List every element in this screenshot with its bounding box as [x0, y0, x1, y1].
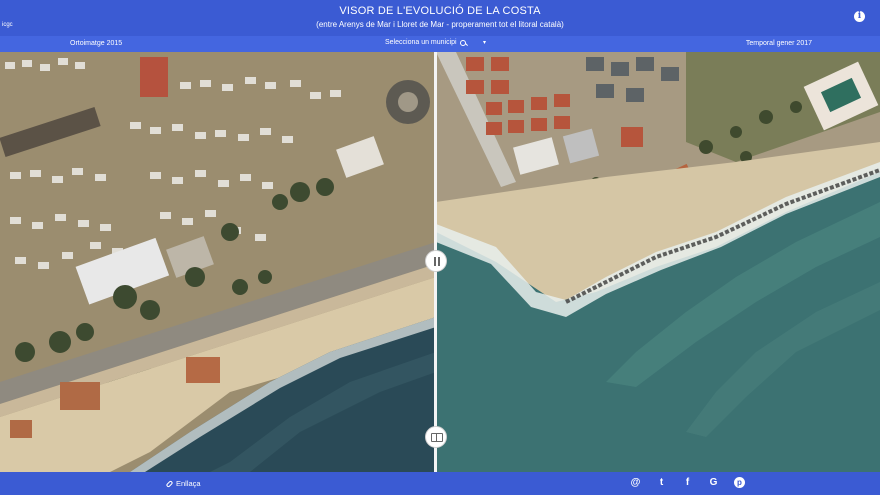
info-icon[interactable]: i [854, 11, 865, 22]
book-icon[interactable] [425, 426, 447, 448]
layer-bar: Ortoimatge 2015 Selecciona un municipi ▾… [0, 36, 880, 52]
left-layer-label: Ortoimatge 2015 [70, 40, 123, 47]
page-title: VISOR DE L'EVOLUCIÓ DE LA COSTA [339, 5, 541, 17]
app-footer: Enllaça @ t f G p [0, 472, 880, 495]
municipality-select[interactable]: Selecciona un municipi [385, 39, 466, 46]
app-header: icgc VISOR DE L'EVOLUCIÓ DE LA COSTA (en… [0, 0, 880, 36]
social-share-bar: @ t f G p [630, 477, 745, 488]
page-subtitle: (entre Arenys de Mar i Lloret de Mar - p… [316, 20, 564, 29]
link-icon [165, 479, 174, 488]
share-link-button[interactable]: Enllaça [165, 479, 201, 488]
municipality-select-label: Selecciona un municipi [385, 39, 457, 46]
share-link-label: Enllaça [176, 479, 201, 488]
right-layer-label: Temporal gener 2017 [745, 40, 812, 47]
search-icon [459, 39, 466, 46]
map-compare-view[interactable] [0, 52, 880, 472]
facebook-icon[interactable]: f [682, 477, 693, 488]
chevron-down-icon[interactable]: ▾ [483, 39, 486, 46]
pinterest-icon[interactable]: p [734, 477, 745, 488]
map-left-ortho-2015[interactable] [0, 52, 436, 472]
email-icon[interactable]: @ [630, 477, 641, 488]
twitter-icon[interactable]: t [656, 477, 667, 488]
map-right-storm-2017[interactable] [436, 52, 880, 472]
swipe-handle-pause-icon[interactable] [425, 250, 447, 272]
google-icon[interactable]: G [708, 477, 719, 488]
